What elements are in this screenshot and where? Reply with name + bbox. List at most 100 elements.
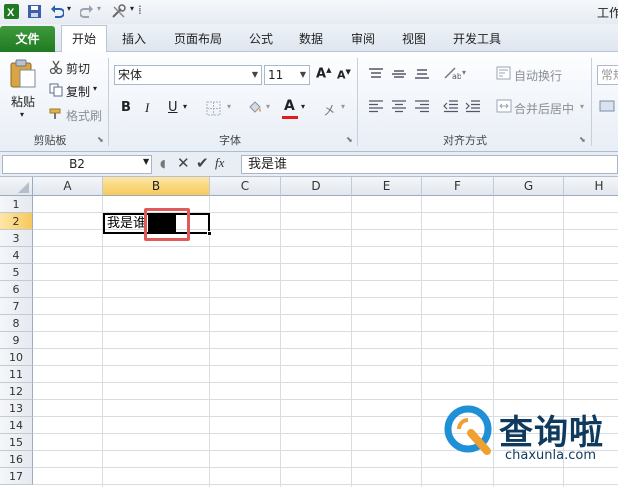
number-format-box[interactable]: 常规 bbox=[597, 65, 618, 85]
font-launcher-icon[interactable]: ⬊ bbox=[346, 135, 353, 144]
tab-data[interactable]: 数据 bbox=[299, 29, 323, 51]
font-color-dropdown-icon[interactable]: ▾ bbox=[301, 102, 305, 111]
column-header-c[interactable]: C bbox=[210, 177, 281, 196]
bold-button[interactable]: B bbox=[121, 100, 131, 115]
row-header-15[interactable]: 15 bbox=[0, 434, 33, 451]
orientation-dropdown-icon[interactable]: ▾ bbox=[462, 68, 466, 77]
gridline bbox=[33, 331, 618, 332]
enter-icon[interactable]: ✔ bbox=[196, 154, 209, 172]
merge-center-label[interactable]: 合并后居中 bbox=[514, 100, 574, 117]
increase-indent-icon[interactable] bbox=[465, 100, 481, 113]
tab-formulas[interactable]: 公式 bbox=[249, 29, 273, 51]
row-header-12[interactable]: 12 bbox=[0, 383, 33, 400]
tab-insert[interactable]: 插入 bbox=[122, 29, 146, 51]
font-size-box[interactable]: 11 ▼ bbox=[264, 65, 310, 85]
copy-label[interactable]: 复制 bbox=[66, 83, 90, 100]
orientation-icon[interactable]: ab bbox=[443, 66, 461, 80]
fill-color-icon[interactable] bbox=[247, 100, 264, 117]
accounting-format-icon[interactable] bbox=[599, 99, 615, 113]
copy-dropdown-icon[interactable]: ▾ bbox=[93, 84, 97, 93]
column-header-a[interactable]: A bbox=[33, 177, 103, 196]
row-header-8[interactable]: 8 bbox=[0, 315, 33, 332]
decrease-indent-icon[interactable] bbox=[443, 100, 459, 113]
format-painter-label[interactable]: 格式刷 bbox=[66, 107, 102, 124]
borders-icon[interactable] bbox=[206, 101, 221, 116]
formula-input[interactable]: 我是谁 bbox=[241, 155, 618, 174]
name-box[interactable]: B2 bbox=[2, 155, 152, 174]
tab-review[interactable]: 审阅 bbox=[351, 29, 375, 51]
tab-home[interactable]: 开始 bbox=[61, 25, 107, 53]
paste-icon[interactable] bbox=[8, 58, 38, 90]
row-header-9[interactable]: 9 bbox=[0, 332, 33, 349]
clipboard-launcher-icon[interactable]: ⬊ bbox=[97, 135, 104, 144]
align-center-icon[interactable] bbox=[391, 100, 407, 113]
save-icon[interactable] bbox=[27, 4, 42, 19]
tab-file[interactable]: 文件 bbox=[0, 26, 55, 52]
row-header-17[interactable]: 17 bbox=[0, 468, 33, 485]
row-header-14[interactable]: 14 bbox=[0, 417, 33, 434]
italic-button[interactable]: I bbox=[145, 100, 149, 116]
alignment-launcher-icon[interactable]: ⬊ bbox=[579, 135, 586, 144]
font-size-dropdown-icon[interactable]: ▼ bbox=[300, 66, 306, 84]
align-right-icon[interactable] bbox=[414, 100, 430, 113]
increase-font-icon[interactable]: A▲ bbox=[316, 66, 331, 81]
row-header-10[interactable]: 10 bbox=[0, 349, 33, 366]
insert-function-icon[interactable]: fx bbox=[215, 155, 224, 171]
copy-icon[interactable] bbox=[49, 83, 63, 97]
tools-dropdown-icon[interactable]: ▾ bbox=[130, 4, 134, 13]
row-header-6[interactable]: 6 bbox=[0, 281, 33, 298]
undo-dropdown-icon[interactable]: ▾ bbox=[67, 4, 71, 13]
column-header-f[interactable]: F bbox=[422, 177, 494, 196]
row-header-16[interactable]: 16 bbox=[0, 451, 33, 468]
phonetic-icon[interactable]: 㐅 bbox=[323, 100, 336, 119]
underline-button[interactable]: U bbox=[168, 100, 178, 115]
font-name-box[interactable]: 宋体 ▼ bbox=[114, 65, 262, 85]
row-header-13[interactable]: 13 bbox=[0, 400, 33, 417]
name-box-dropdown-icon[interactable]: ▼ bbox=[143, 157, 149, 166]
decrease-font-icon[interactable]: A▼ bbox=[337, 68, 351, 82]
fill-handle[interactable] bbox=[207, 231, 212, 236]
wrap-text-label[interactable]: 自动换行 bbox=[514, 67, 562, 84]
tab-page-layout[interactable]: 页面布局 bbox=[174, 29, 222, 51]
paste-label[interactable]: 粘贴 bbox=[11, 93, 35, 110]
phonetic-dropdown-icon[interactable]: ▾ bbox=[341, 102, 345, 111]
row-header-11[interactable]: 11 bbox=[0, 366, 33, 383]
row-header-1[interactable]: 1 bbox=[0, 196, 33, 213]
align-middle-icon[interactable] bbox=[391, 68, 407, 80]
underline-dropdown-icon[interactable]: ▾ bbox=[183, 102, 187, 111]
redo-dropdown-icon[interactable]: ▾ bbox=[97, 4, 101, 13]
customize-qat-icon[interactable]: ⁞ bbox=[138, 3, 142, 17]
paste-dropdown-icon[interactable]: ▾ bbox=[20, 110, 24, 119]
row-header-7[interactable]: 7 bbox=[0, 298, 33, 315]
column-header-g[interactable]: G bbox=[494, 177, 564, 196]
tab-view[interactable]: 视图 bbox=[402, 29, 426, 51]
fill-color-dropdown-icon[interactable]: ▾ bbox=[266, 102, 270, 111]
format-painter-icon[interactable] bbox=[49, 107, 63, 121]
merge-dropdown-icon[interactable]: ▾ bbox=[580, 102, 584, 111]
row-header-5[interactable]: 5 bbox=[0, 264, 33, 281]
wrap-text-icon[interactable] bbox=[496, 66, 511, 80]
column-header-b[interactable]: B bbox=[103, 177, 210, 196]
redo-icon[interactable] bbox=[80, 4, 94, 19]
align-bottom-icon[interactable] bbox=[414, 68, 430, 80]
undo-icon[interactable] bbox=[50, 4, 64, 19]
row-header-2[interactable]: 2 bbox=[0, 213, 33, 230]
column-header-h[interactable]: H bbox=[564, 177, 618, 196]
row-header-3[interactable]: 3 bbox=[0, 230, 33, 247]
tools-icon[interactable] bbox=[110, 3, 127, 20]
borders-dropdown-icon[interactable]: ▾ bbox=[227, 102, 231, 111]
cancel-entry-icon[interactable]: ✕ bbox=[177, 154, 190, 172]
align-left-icon[interactable] bbox=[368, 100, 384, 113]
merge-center-icon[interactable] bbox=[496, 99, 512, 113]
formula-bar-handle-icon[interactable]: ◖ bbox=[160, 157, 166, 170]
row-header-4[interactable]: 4 bbox=[0, 247, 33, 264]
select-all-corner[interactable] bbox=[0, 177, 33, 196]
align-top-icon[interactable] bbox=[368, 68, 384, 80]
column-header-e[interactable]: E bbox=[352, 177, 422, 196]
tab-developer[interactable]: 开发工具 bbox=[453, 29, 501, 51]
column-header-d[interactable]: D bbox=[281, 177, 352, 196]
font-name-dropdown-icon[interactable]: ▼ bbox=[252, 66, 258, 84]
cut-icon[interactable] bbox=[49, 60, 63, 74]
font-color-icon[interactable]: A bbox=[284, 98, 295, 114]
cut-label[interactable]: 剪切 bbox=[66, 60, 90, 77]
